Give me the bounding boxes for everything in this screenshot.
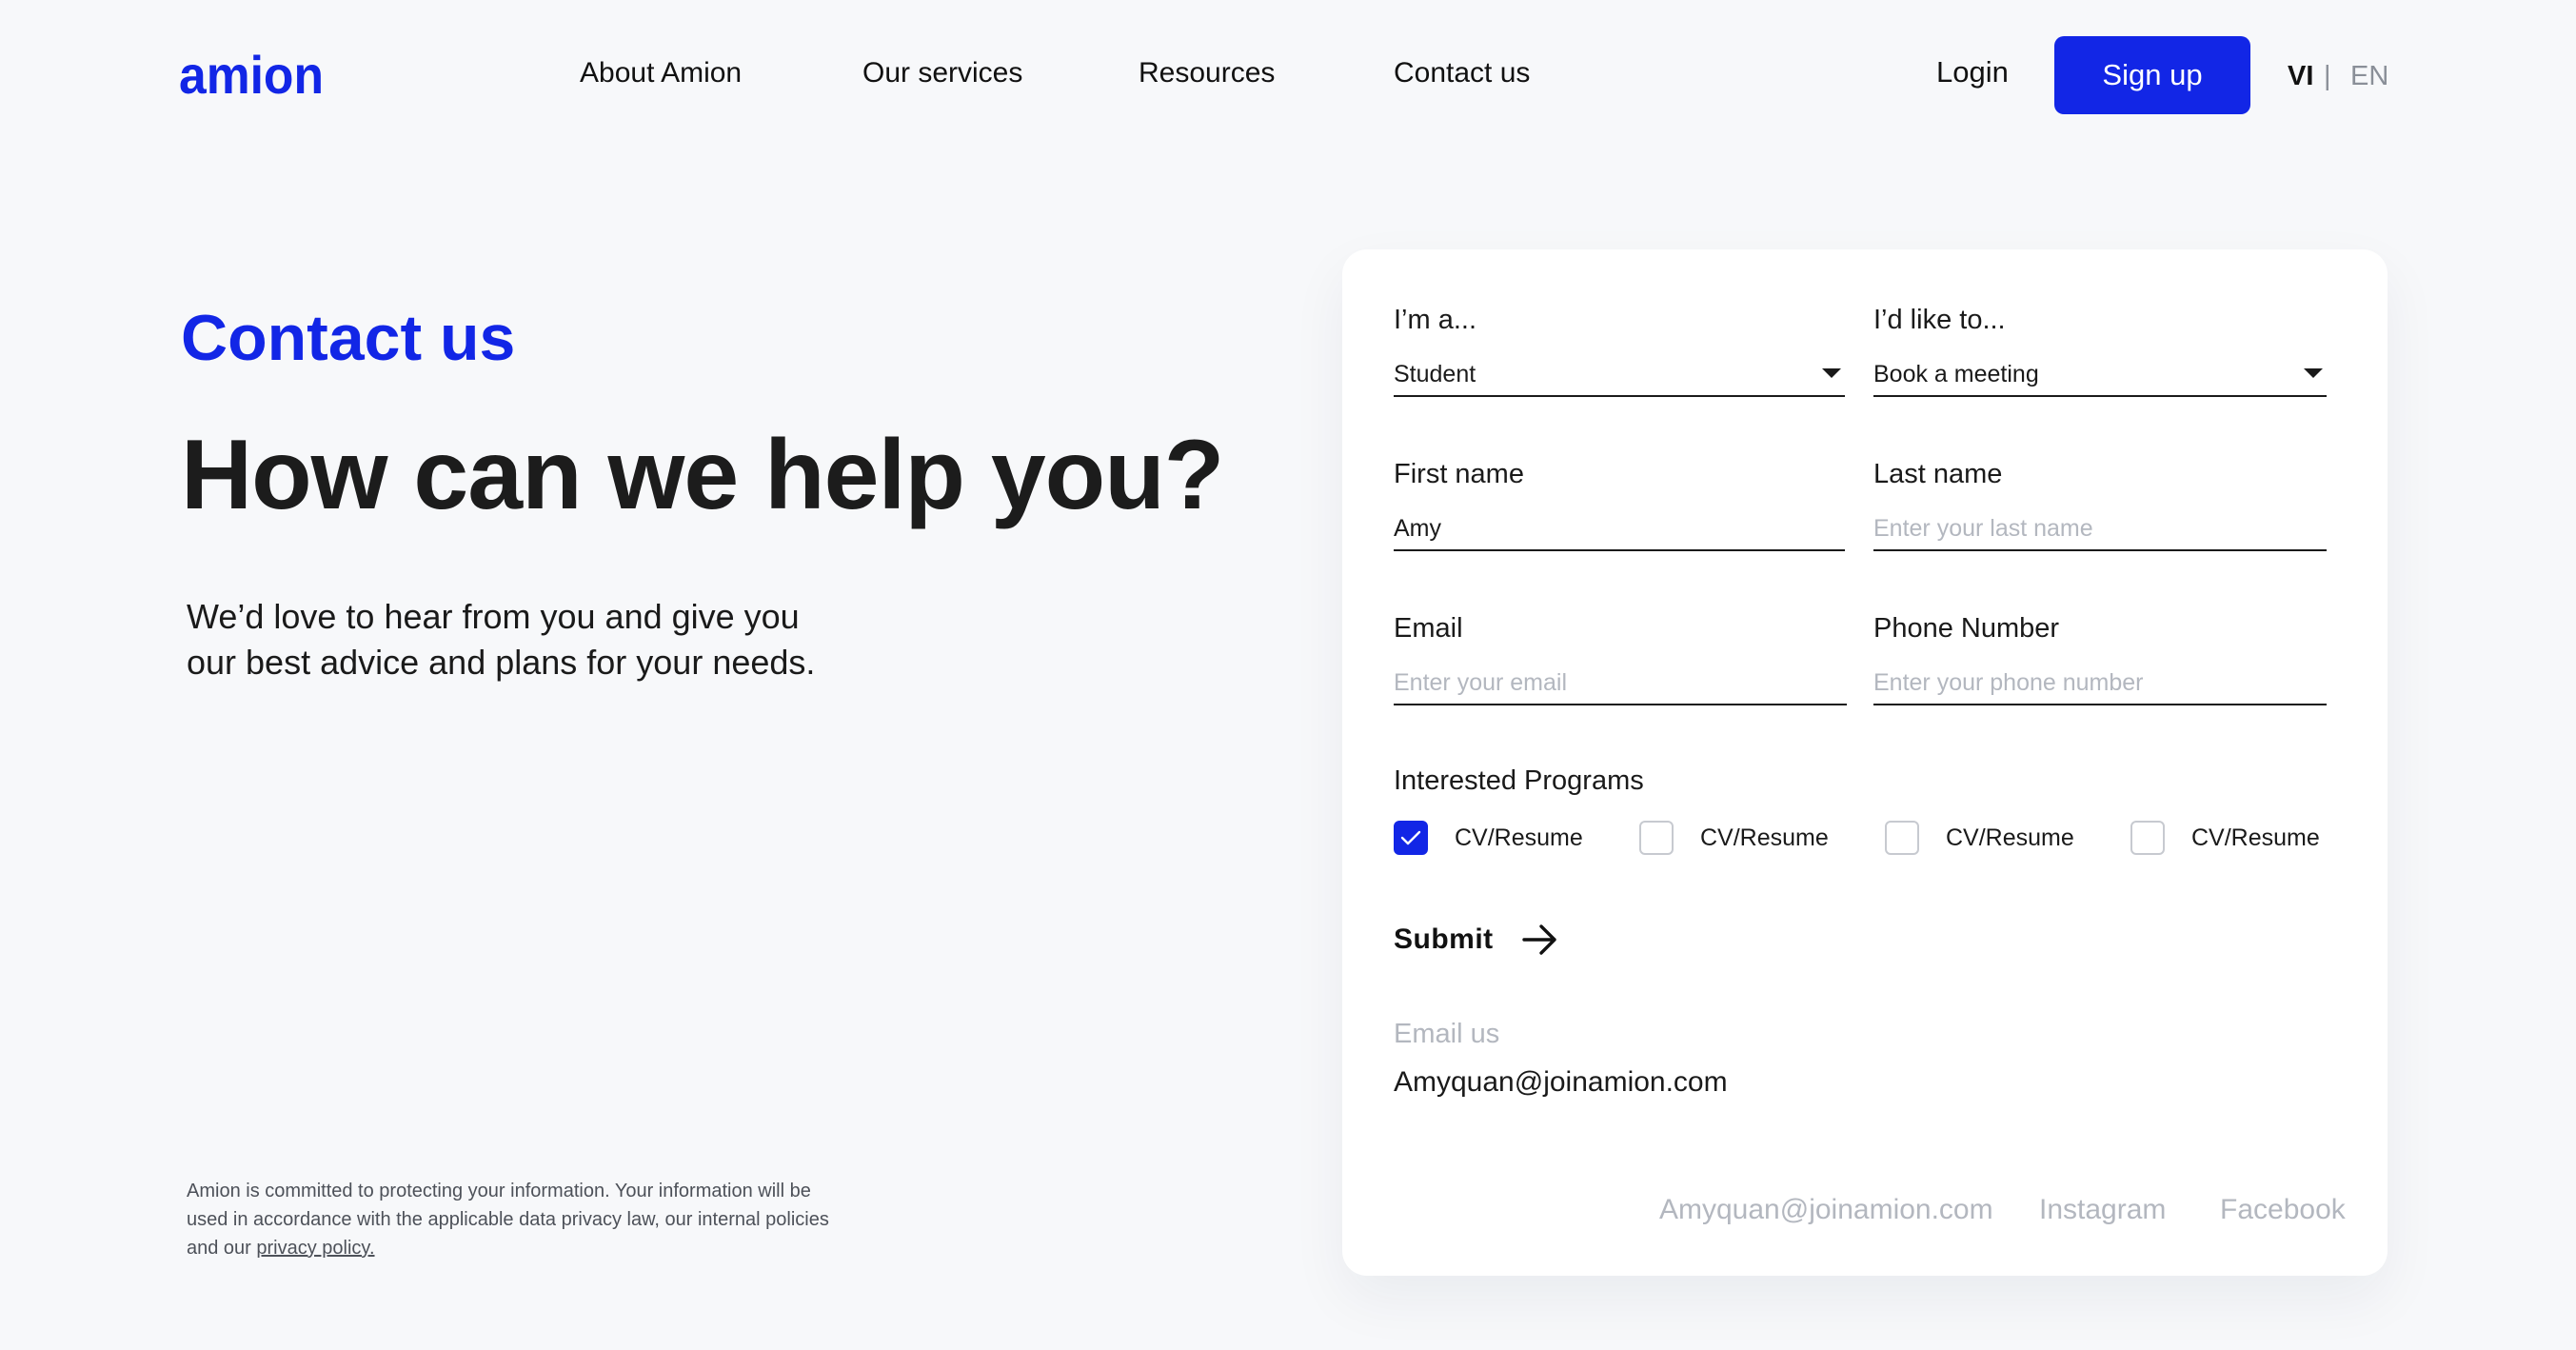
- contact-page: amion About Amion Our services Resources…: [0, 0, 2576, 1350]
- programs-label: Interested Programs: [1394, 765, 1644, 796]
- caret-down-icon[interactable]: [2304, 368, 2323, 378]
- email-us-label: Email us: [1394, 1019, 1500, 1049]
- program-label: CV/Resume: [1455, 824, 1583, 851]
- role-field: I’m a... Student: [1394, 305, 1845, 397]
- checkmark-icon: [1400, 830, 1421, 845]
- program-option-3[interactable]: CV/Resume: [1885, 821, 2074, 855]
- instagram-link[interactable]: Instagram: [2039, 1194, 2166, 1226]
- arrow-right-icon: [1521, 924, 1556, 955]
- nav-services[interactable]: Our services: [862, 57, 1022, 89]
- first-name-field: First name: [1394, 459, 1845, 551]
- email-control: [1394, 664, 1847, 705]
- phone-field: Phone Number: [1873, 613, 2327, 705]
- first-name-control: [1394, 509, 1845, 551]
- submit-button[interactable]: Submit: [1394, 923, 1558, 956]
- program-label: CV/Resume: [2191, 824, 2320, 851]
- nav-about[interactable]: About Amion: [580, 57, 742, 89]
- phone-input[interactable]: [1873, 664, 2327, 702]
- facebook-link[interactable]: Facebook: [2220, 1194, 2346, 1226]
- privacy-disclaimer: Amion is committed to protecting your in…: [187, 1177, 910, 1262]
- lang-separator: |: [2324, 61, 2331, 91]
- phone-label: Phone Number: [1873, 613, 2060, 644]
- caret-down-icon[interactable]: [1822, 368, 1841, 378]
- program-checkbox[interactable]: [1394, 821, 1428, 855]
- role-label: I’m a...: [1394, 305, 1477, 335]
- email-label: Email: [1394, 613, 1463, 644]
- intro-line-1: We’d love to hear from you and give you: [187, 597, 800, 636]
- program-option-4[interactable]: CV/Resume: [2130, 821, 2320, 855]
- nav-resources[interactable]: Resources: [1139, 57, 1275, 89]
- disclaimer-line-2: used in accordance with the applicable d…: [187, 1209, 829, 1230]
- intro-text: We’d love to hear from you and give you …: [187, 594, 910, 685]
- program-checkbox[interactable]: [1639, 821, 1674, 855]
- program-label: CV/Resume: [1700, 824, 1829, 851]
- amion-logo[interactable]: amion: [179, 50, 324, 101]
- first-name-label: First name: [1394, 459, 1524, 489]
- disclaimer-line-1: Amion is committed to protecting your in…: [187, 1181, 811, 1201]
- role-select[interactable]: Student: [1394, 355, 1845, 397]
- section-eyebrow: Contact us: [181, 302, 516, 374]
- nav-contact[interactable]: Contact us: [1394, 57, 1530, 89]
- last-name-control: [1873, 509, 2327, 551]
- footer-email-link[interactable]: Amyquan@joinamion.com: [1659, 1194, 1993, 1226]
- svg-text:amion: amion: [179, 50, 324, 101]
- last-name-input[interactable]: [1873, 509, 2327, 547]
- email-field: Email: [1394, 613, 1847, 705]
- login-link[interactable]: Login: [1936, 55, 2009, 89]
- contact-form-card: I’m a... Student I’d like to... Book a m…: [1342, 249, 2388, 1276]
- intent-value[interactable]: Book a meeting: [1873, 355, 2327, 393]
- email-us-address[interactable]: Amyquan@joinamion.com: [1394, 1066, 1728, 1099]
- phone-control: [1873, 664, 2327, 705]
- first-name-input[interactable]: [1394, 509, 1845, 547]
- intent-label: I’d like to...: [1873, 305, 2006, 335]
- lang-en[interactable]: EN: [2350, 61, 2388, 92]
- program-checkbox[interactable]: [2130, 821, 2165, 855]
- page-title: How can we help you?: [181, 420, 1224, 530]
- email-input[interactable]: [1394, 664, 1847, 702]
- disclaimer-line-3: and our: [187, 1238, 257, 1259]
- intro-line-2: our best advice and plans for your needs…: [187, 643, 816, 682]
- lang-vi[interactable]: VI: [2288, 61, 2313, 92]
- intent-select[interactable]: Book a meeting: [1873, 355, 2327, 397]
- role-value[interactable]: Student: [1394, 355, 1845, 393]
- privacy-policy-link[interactable]: privacy policy.: [256, 1238, 374, 1259]
- program-option-1[interactable]: CV/Resume: [1394, 821, 1583, 855]
- program-checkbox[interactable]: [1885, 821, 1919, 855]
- intent-field: I’d like to... Book a meeting: [1873, 305, 2327, 397]
- last-name-label: Last name: [1873, 459, 2003, 489]
- last-name-field: Last name: [1873, 459, 2327, 551]
- program-label: CV/Resume: [1946, 824, 2074, 851]
- program-option-2[interactable]: CV/Resume: [1639, 821, 1829, 855]
- signup-button[interactable]: Sign up: [2054, 36, 2250, 114]
- submit-label: Submit: [1394, 923, 1494, 955]
